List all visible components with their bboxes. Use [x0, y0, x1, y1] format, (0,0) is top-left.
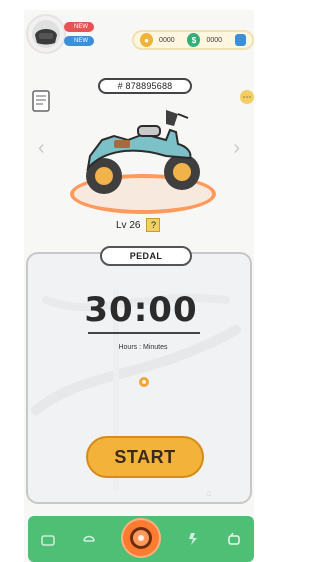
home-icon[interactable] [40, 531, 56, 547]
time-display: 30:00 [84, 290, 198, 330]
location-dot-icon [139, 377, 149, 387]
start-button[interactable]: START [86, 436, 204, 478]
bottom-navigation [28, 516, 254, 562]
vehicle-level: Lv 26 ? [116, 218, 161, 232]
wallet-icon[interactable] [234, 34, 246, 46]
app-screen: NEW NEW ● 0000 $ 0000 # 878895688 ⋯ ‹ › … [24, 10, 254, 562]
wheel-icon [129, 527, 152, 549]
scooter-icon [86, 110, 200, 194]
time-format-label: Hours : Minutes [118, 344, 168, 351]
green-coin-icon: $ [187, 33, 201, 47]
cart-icon[interactable] [226, 531, 242, 547]
green-balance: 0000 [206, 36, 223, 44]
bolt-icon[interactable] [185, 531, 201, 547]
currency-bar[interactable]: ● 0000 $ 0000 [132, 30, 254, 50]
level-text: Lv 26 [116, 219, 141, 231]
user-avatar-icon [32, 20, 60, 48]
chevron-left-icon[interactable]: ‹ [38, 137, 45, 160]
vehicle-code: # 878895688 [98, 78, 192, 94]
gold-balance: 0000 [159, 36, 175, 44]
gold-coin-icon: ● [140, 33, 154, 47]
document-icon[interactable] [32, 90, 50, 112]
wheel-icon-button[interactable] [120, 518, 161, 558]
status-badge-red: NEW [64, 22, 94, 32]
chevron-right-icon[interactable]: › [233, 137, 240, 160]
left-edge-margin [0, 0, 24, 562]
status-badge-blue: NEW [64, 36, 94, 46]
helmet-icon[interactable] [81, 531, 97, 547]
map-attribution-icon: ⌂ [206, 488, 212, 498]
time-divider [88, 332, 200, 334]
help-icon[interactable]: ? [146, 218, 161, 232]
avatar[interactable] [26, 14, 66, 54]
more-options-icon[interactable]: ⋯ [240, 90, 254, 104]
